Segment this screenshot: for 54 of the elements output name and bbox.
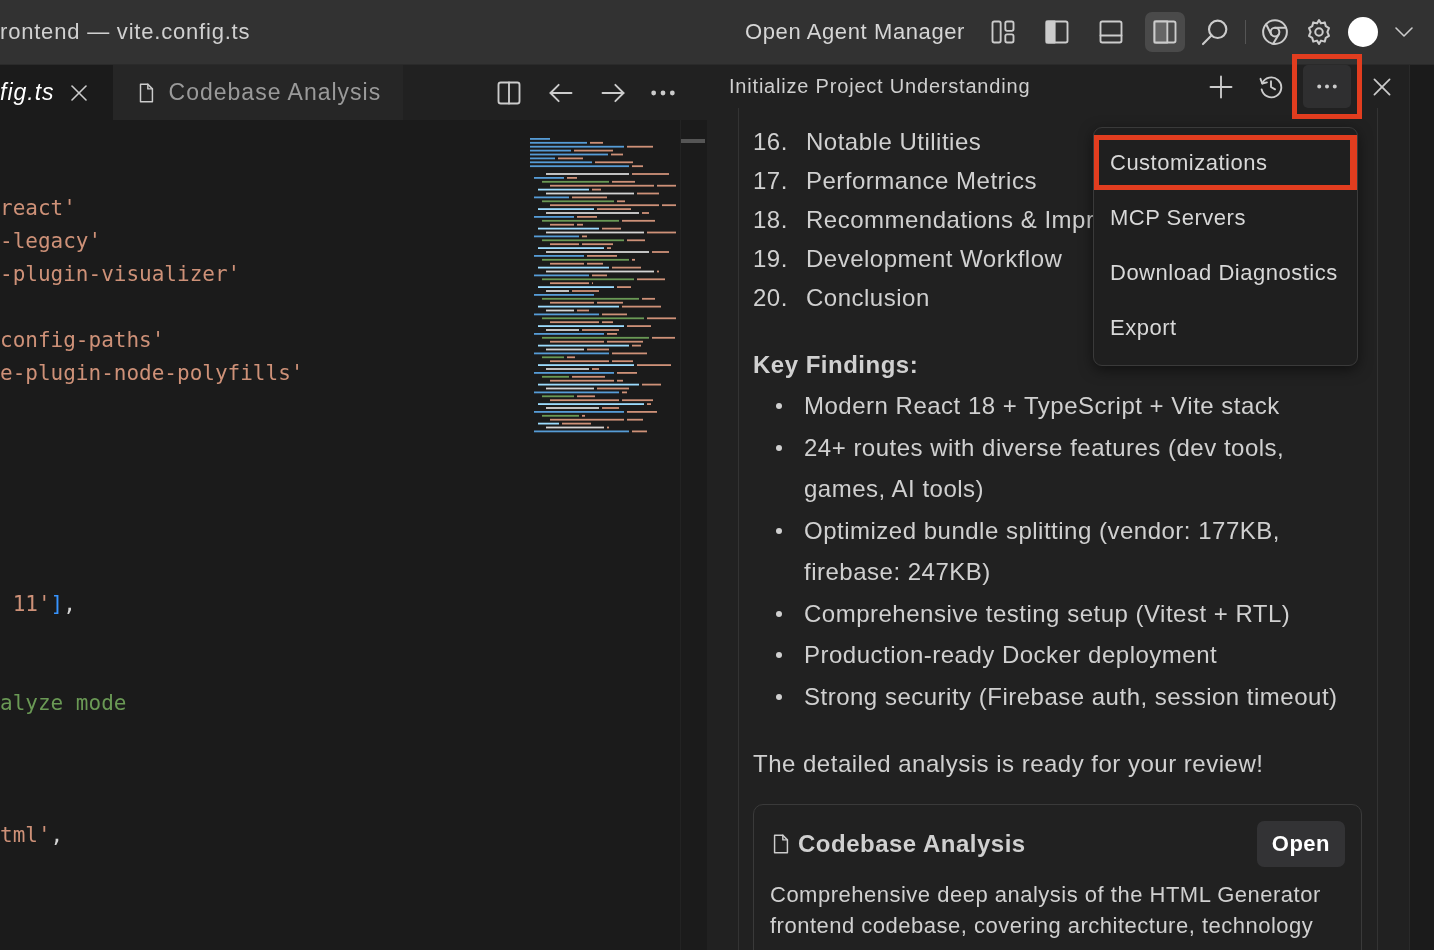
bullet-icon — [775, 610, 782, 617]
bullet-icon — [775, 693, 782, 700]
list-number: 16. — [753, 127, 789, 157]
avatar-icon[interactable] — [1348, 17, 1378, 47]
layout-icon — [989, 18, 1017, 46]
code-line: -legacy' — [0, 228, 103, 255]
more-icon — [651, 89, 675, 96]
sidebar-right-icon — [1151, 18, 1179, 46]
list-item: Conclusion — [806, 283, 931, 313]
sidebar-left-icon — [1043, 18, 1071, 46]
code-line: react' — [0, 195, 77, 222]
list-item: Comprehensive testing setup (Vitest + RTL) — [804, 598, 1292, 629]
list-item: Optimized bundle splitting (vendor: 177KB, firebase: 247KB) — [804, 515, 1281, 587]
editor-tab[interactable]: Codebase Analysis — [112, 65, 404, 120]
code-line: e-plugin-node-polyfills' — [0, 360, 305, 387]
more-icon — [1317, 84, 1337, 89]
editor-tab[interactable]: fig.ts — [0, 65, 113, 120]
bullet-icon — [775, 652, 782, 658]
list-number: 20. — [753, 283, 789, 313]
code-line: tml', — [0, 822, 65, 849]
panel-title: Initialize Project Understanding — [729, 75, 1032, 98]
menu-item[interactable]: MCP Servers — [1094, 190, 1357, 245]
bullet-icon — [775, 403, 782, 409]
list-item: Production-ready Docker deployment — [804, 640, 1219, 670]
list-item: Notable Utilities — [806, 127, 983, 157]
bullet-icon — [775, 444, 782, 451]
browser-icon — [1260, 17, 1290, 47]
panel-bottom-icon — [1097, 18, 1125, 46]
agent-manager-link[interactable]: Open Agent Manager — [745, 19, 965, 45]
list-item: Modern React 18 + TypeScript + Vite stack — [804, 391, 1281, 421]
code-line: config-paths' — [0, 327, 166, 354]
list-number: 19. — [753, 244, 789, 274]
code-line: alyze mode — [0, 690, 128, 717]
list-item: Recommendations & Impr — [806, 205, 1095, 235]
list-item: Strong security (Firebase auth, session timeout) — [804, 681, 1339, 712]
menu-item[interactable]: Download Diagnostics — [1094, 245, 1357, 300]
menu-item[interactable]: Customizations — [1094, 135, 1357, 190]
list-item: Development Workflow — [806, 244, 1064, 274]
section-heading: Key Findings: — [753, 350, 920, 380]
bullet-icon — [775, 527, 782, 534]
card-title: Codebase Analysis — [798, 830, 1027, 858]
open-button[interactable]: Open — [1256, 821, 1345, 867]
layout-toggle[interactable] — [1145, 12, 1185, 52]
scrollbar-thumb[interactable] — [681, 139, 705, 143]
window-title: rontend — vite.config.ts — [0, 19, 251, 45]
code-line: 11'], — [11, 591, 77, 618]
list-number: 18. — [753, 205, 789, 235]
card-description: Comprehensive deep analysis of the HTML Generator frontend codebase, covering architecture, technology — [770, 881, 1322, 940]
code-line: -plugin-visualizer' — [0, 261, 242, 288]
menu-item[interactable]: Export — [1094, 300, 1357, 355]
list-item: Performance Metrics — [806, 166, 1038, 196]
summary-text: The detailed analysis is ready for your review! — [753, 749, 1265, 779]
list-item: 24+ routes with diverse features (dev tools, games, AI tools) — [804, 432, 1286, 504]
list-number: 17. — [753, 166, 789, 196]
